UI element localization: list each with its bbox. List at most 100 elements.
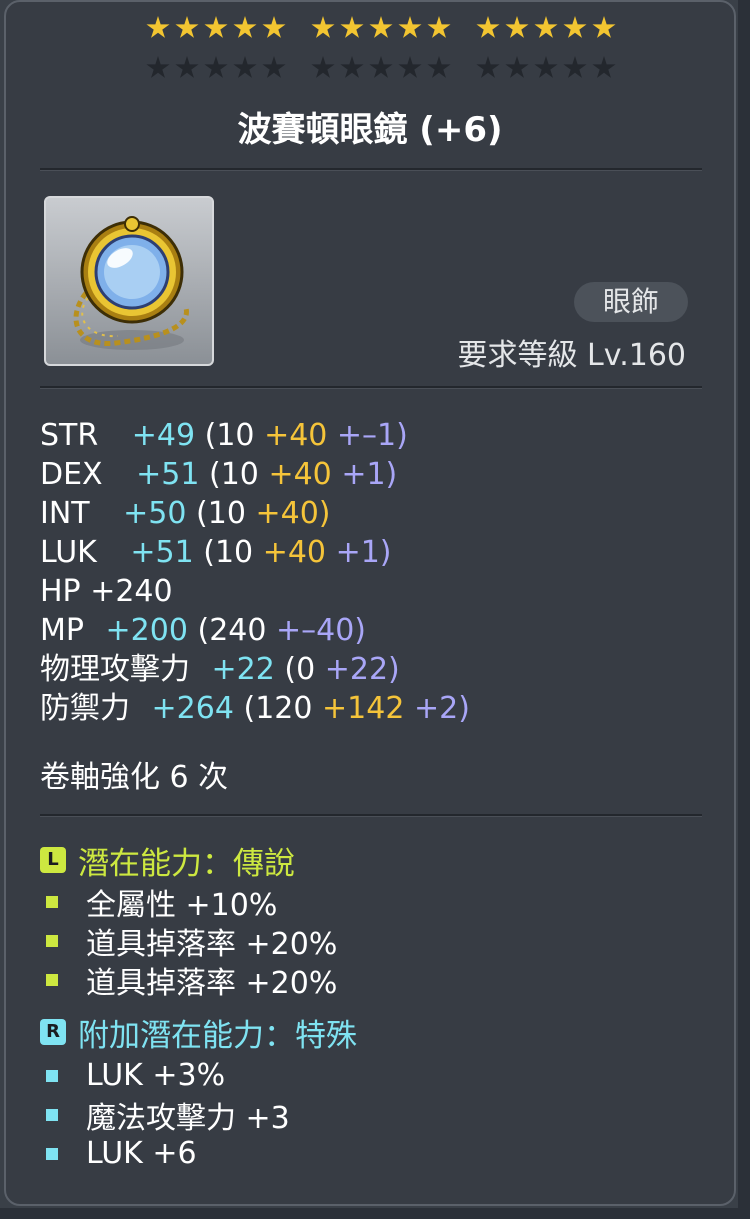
item-tooltip: 波賽頓眼鏡 (+6) 眼飾 要求等級 Lv.160 STR +49 (10 +4… [4, 0, 736, 1206]
item-icon-frame [44, 196, 214, 366]
stat-star-bonus: +–1) [336, 418, 408, 453]
potential-line: 道具掉落率 +20% [46, 960, 338, 1001]
stat-line-defense: 防禦力 +264 (120 +142 +2) [40, 689, 470, 728]
bullet-icon [46, 1108, 58, 1121]
star-filled-icon [563, 16, 587, 38]
potential-line-text: 道具掉落率 +20% [86, 965, 338, 1001]
stat-star-bonus: +1) [335, 535, 392, 570]
star-group [476, 16, 616, 46]
additional-potential-line: LUK +3% [46, 1056, 290, 1095]
star-group [311, 56, 451, 86]
star-group [146, 56, 286, 86]
stat-line-mp: MP +200 (240 +–40) [40, 611, 470, 650]
star-empty-icon [476, 56, 500, 78]
additional-potential-lines: LUK +3% 魔法攻擊力 +3 LUK +6 [46, 1056, 290, 1173]
additional-potential-title: 附加潛在能力：特殊 [78, 1017, 357, 1054]
star-empty-icon [233, 56, 257, 78]
star-group [311, 16, 451, 46]
stat-line-luk: LUK +51 (10 +40 +1) [40, 533, 470, 572]
potential-line: 全屬性 +10% [46, 882, 337, 923]
stat-label: 防禦力 [40, 691, 130, 726]
item-category-badge: 眼飾 [574, 282, 688, 322]
star-filled-icon [534, 16, 558, 38]
stat-label: INT [40, 496, 90, 531]
bullet-icon [46, 934, 58, 947]
additional-potential-line: 魔法攻擊力 +3 [46, 1095, 290, 1136]
stat-label: HP [40, 574, 81, 609]
star-empty-icon [146, 56, 170, 78]
potential-lines: 全屬性 +10% 道具掉落率 +20% 道具掉落率 +20% [46, 882, 338, 1001]
star-filled-icon [204, 16, 228, 38]
star-empty-icon [505, 56, 529, 78]
star-empty-icon [427, 56, 451, 78]
stat-enhance: +40 [264, 418, 328, 453]
star-force-row-filled [146, 16, 616, 46]
potential-title: 潛在能力：傳說 [78, 845, 295, 882]
star-filled-icon [476, 16, 500, 38]
stat-total: +49 [131, 418, 196, 453]
required-level: 要求等級 Lv.160 [457, 338, 686, 373]
additional-potential-line-text: 魔法攻擊力 +3 [86, 1100, 290, 1136]
stat-base: (120 [243, 691, 313, 726]
stat-line-int: INT +50 (10 +40) [40, 494, 470, 533]
stat-star-bonus: +22) [324, 652, 400, 687]
stat-star-bonus: +–40) [276, 613, 367, 648]
divider [40, 386, 702, 389]
star-filled-icon [398, 16, 422, 38]
potential-line-text: 全屬性 +10% [86, 887, 278, 923]
stat-line-attack: 物理攻擊力 +22 (0 +22) [40, 650, 470, 689]
star-empty-icon [204, 56, 228, 78]
star-empty-icon [563, 56, 587, 78]
stat-line-hp: HP +240 [40, 572, 470, 611]
star-filled-icon [592, 16, 616, 38]
star-empty-icon [311, 56, 335, 78]
stat-list: STR +49 (10 +40 +–1) DEX +51 (10 +40 +1)… [40, 416, 470, 728]
star-empty-icon [398, 56, 422, 78]
star-filled-icon [311, 16, 335, 38]
star-filled-icon [146, 16, 170, 38]
rare-rank-icon: R [40, 1019, 66, 1045]
stat-base: (0 [284, 652, 316, 687]
stat-label: STR [40, 418, 99, 453]
stat-base: (10 [209, 457, 259, 492]
stat-label: 物理攻擊力 [40, 652, 190, 687]
stat-enhance: +40) [255, 496, 331, 531]
game-background-right [738, 0, 750, 1219]
potential-header: L 潛在能力：傳說 [40, 842, 295, 882]
additional-potential-header: R 附加潛在能力：特殊 [40, 1014, 357, 1054]
potential-line: 道具掉落率 +20% [46, 921, 338, 962]
stat-enhance: +142 [322, 691, 405, 726]
legendary-rank-icon: L [40, 847, 66, 873]
star-group [146, 16, 286, 46]
star-empty-icon [592, 56, 616, 78]
star-filled-icon [175, 16, 199, 38]
scroll-upgrade-count: 卷軸強化 6 次 [40, 760, 229, 795]
potential-line-text: 道具掉落率 +20% [86, 926, 338, 962]
stat-total: +200 [105, 613, 188, 648]
monocle-icon [73, 216, 189, 350]
star-empty-icon [340, 56, 364, 78]
star-empty-icon [175, 56, 199, 78]
stat-enhance: +40 [262, 535, 327, 570]
stat-label: DEX [40, 457, 103, 492]
stat-base: (10 [203, 535, 254, 570]
stat-label: LUK [40, 535, 97, 570]
stat-star-bonus: +1) [341, 457, 398, 492]
star-filled-icon [262, 16, 286, 38]
stat-base: (10 [204, 418, 255, 453]
item-name: 波賽頓眼鏡 (+6) [237, 110, 503, 150]
star-empty-icon [369, 56, 393, 78]
stat-base: (10 [196, 496, 246, 531]
stat-star-bonus: +2) [413, 691, 470, 726]
star-filled-icon [233, 16, 257, 38]
stat-label: MP [40, 613, 84, 648]
stat-total: +22 [211, 652, 275, 687]
stat-enhance: +40 [268, 457, 332, 492]
bullet-icon [46, 1147, 58, 1160]
star-empty-icon [262, 56, 286, 78]
game-background-bottom [0, 1208, 750, 1219]
divider [40, 814, 702, 817]
stat-total: +51 [136, 457, 200, 492]
additional-potential-line-text: LUK +6 [86, 1136, 197, 1171]
stat-line-str: STR +49 (10 +40 +–1) [40, 416, 470, 455]
